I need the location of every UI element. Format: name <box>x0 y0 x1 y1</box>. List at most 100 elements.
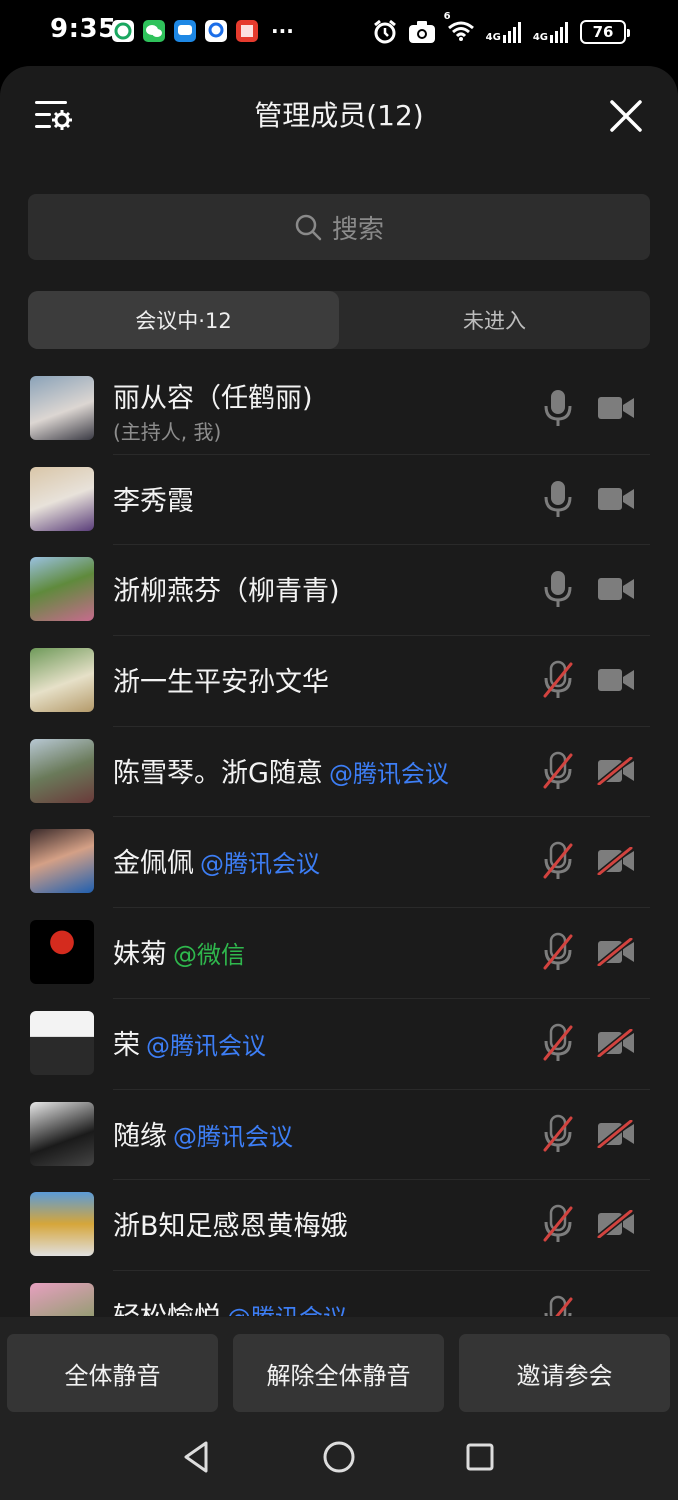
member-name-line: 陈雪琴。浙G随意 @腾讯会议 <box>113 751 449 790</box>
avatar <box>30 466 94 531</box>
page-title: 管理成员(12) <box>254 99 424 132</box>
member-source: @腾讯会议 <box>200 850 320 879</box>
nav-recents-button[interactable] <box>460 1437 500 1477</box>
avatar <box>30 648 94 713</box>
wifi-icon: 6 <box>444 12 476 46</box>
camera-icon <box>598 397 634 419</box>
member-name-line: 轻松愉悦 @腾讯会议 <box>113 1295 347 1316</box>
member-camera-toggle[interactable] <box>597 846 635 877</box>
avatar <box>30 920 94 985</box>
microphone-muted-icon <box>543 1023 573 1061</box>
member-camera-toggle[interactable] <box>597 755 635 787</box>
member-name: 妹菊 <box>113 939 167 971</box>
search-placeholder: 搜索 <box>331 214 384 245</box>
network-1-label: 4G <box>485 32 501 43</box>
camera-off-icon <box>597 755 634 787</box>
camera-off-icon <box>597 1118 634 1149</box>
tencent-meeting-notification-icon <box>205 20 227 42</box>
member-role: (主持人, 我) <box>113 420 222 444</box>
member-camera-toggle[interactable] <box>597 936 635 968</box>
member-mic-toggle[interactable] <box>541 1023 575 1063</box>
member-mic-toggle[interactable] <box>541 1295 575 1316</box>
member-name: 浙柳燕芬（柳青青) <box>113 576 340 608</box>
avatar <box>30 1010 94 1075</box>
nav-home-button[interactable] <box>319 1437 359 1477</box>
member-name-line: 丽从容（任鹤丽) <box>113 376 313 415</box>
member-name-line: 荣 @腾讯会议 <box>113 1023 266 1062</box>
microphone-icon <box>544 480 572 517</box>
more-notifications: ··· <box>271 19 294 43</box>
tab-in-meeting[interactable]: 会议中·12 <box>28 291 339 349</box>
tab-not-joined[interactable]: 未进入 <box>339 291 650 349</box>
microphone-muted-icon <box>543 1204 573 1243</box>
member-mic-toggle[interactable] <box>541 569 575 609</box>
member-source: @腾讯会议 <box>328 759 449 788</box>
member-camera-toggle[interactable] <box>597 666 635 694</box>
search-icon <box>295 214 322 241</box>
sheet-header: 管理成员(12) <box>0 66 678 161</box>
microphone-muted-icon <box>543 1114 573 1152</box>
close-button[interactable] <box>606 96 646 136</box>
member-source: @腾讯会议 <box>173 1122 293 1151</box>
member-name-line: 浙一生平安孙文华 <box>113 660 329 699</box>
member-name-line: 李秀霞 <box>113 479 194 518</box>
status-bar: 9:35 ··· 6 4G 4G 76 <box>0 0 678 66</box>
member-tabs: 会议中·12 未进入 <box>28 291 650 349</box>
microphone-icon <box>544 571 572 608</box>
member-row[interactable]: 丽从容（任鹤丽) (主持人, 我) <box>0 364 678 455</box>
alarm-icon <box>373 19 396 44</box>
invite-button[interactable]: 邀请参会 <box>459 1334 670 1412</box>
member-row[interactable]: 随缘 @腾讯会议 <box>0 1090 678 1181</box>
signal-1-icon: 4G <box>486 21 523 43</box>
member-camera-toggle[interactable] <box>597 1027 635 1059</box>
member-name: 随缘 <box>113 1120 167 1152</box>
avatar <box>30 1192 94 1257</box>
member-name-line: 随缘 @腾讯会议 <box>113 1114 293 1153</box>
recents-square-icon <box>466 1443 494 1471</box>
member-mic-toggle[interactable] <box>541 388 575 428</box>
member-mic-toggle[interactable] <box>541 841 575 881</box>
status-time: 9:35 <box>50 14 117 44</box>
member-camera-toggle[interactable] <box>597 1208 635 1240</box>
member-camera-toggle[interactable] <box>597 575 635 603</box>
member-name-line: 浙柳燕芬（柳青青) <box>113 569 340 608</box>
member-camera-toggle[interactable] <box>597 485 635 513</box>
bottom-action-bar: 全体静音 解除全体静音 邀请参会 <box>0 1317 678 1500</box>
member-row[interactable]: 荣 @腾讯会议 <box>0 999 678 1090</box>
member-row[interactable]: 李秀霞 <box>0 455 678 546</box>
member-mic-toggle[interactable] <box>541 932 575 972</box>
camera-icon <box>408 21 435 43</box>
app-notification-icon <box>112 20 134 42</box>
member-source: @腾讯会议 <box>146 1031 266 1060</box>
search-input[interactable]: 搜索 <box>28 194 650 260</box>
avatar <box>30 376 94 440</box>
camera-off-icon <box>597 1208 634 1240</box>
member-row[interactable]: 轻松愉悦 @腾讯会议 <box>0 1271 678 1316</box>
member-name: 浙B知足感恩黄梅娥 <box>113 1211 348 1243</box>
unmute-all-button[interactable]: 解除全体静音 <box>233 1334 444 1412</box>
member-camera-toggle[interactable] <box>597 1118 635 1149</box>
member-mic-toggle[interactable] <box>541 660 575 700</box>
member-row[interactable]: 妹菊 @微信 <box>0 908 678 999</box>
member-row[interactable]: 浙柳燕芬（柳青青) <box>0 545 678 637</box>
camera-off-icon <box>597 936 634 968</box>
camera-icon <box>598 487 634 510</box>
member-camera-toggle[interactable] <box>597 394 635 422</box>
avatar <box>30 1282 94 1316</box>
member-list: 丽从容（任鹤丽) (主持人, 我) 李秀霞浙柳燕芬（柳青青) 浙一生平安孙文华陈雪琴。… <box>0 364 678 1316</box>
member-row[interactable]: 陈雪琴。浙G随意 @腾讯会议 <box>0 727 678 818</box>
microphone-muted-icon <box>543 751 573 789</box>
camera-off-icon <box>597 1027 634 1059</box>
nav-back-button[interactable] <box>178 1437 218 1477</box>
member-mic-toggle[interactable] <box>541 1204 575 1244</box>
member-mic-toggle[interactable] <box>541 479 575 519</box>
member-row[interactable]: 浙一生平安孙文华 <box>0 636 678 727</box>
taobao-notification-icon <box>236 20 258 42</box>
member-mic-toggle[interactable] <box>541 751 575 791</box>
microphone-muted-icon <box>543 842 573 880</box>
member-row[interactable]: 金佩佩 @腾讯会议 <box>0 817 678 909</box>
mute-all-button[interactable]: 全体静音 <box>7 1334 218 1412</box>
member-mic-toggle[interactable] <box>541 1114 575 1154</box>
signal-2-icon: 4G <box>533 21 570 43</box>
member-row[interactable]: 浙B知足感恩黄梅娥 <box>0 1180 678 1271</box>
